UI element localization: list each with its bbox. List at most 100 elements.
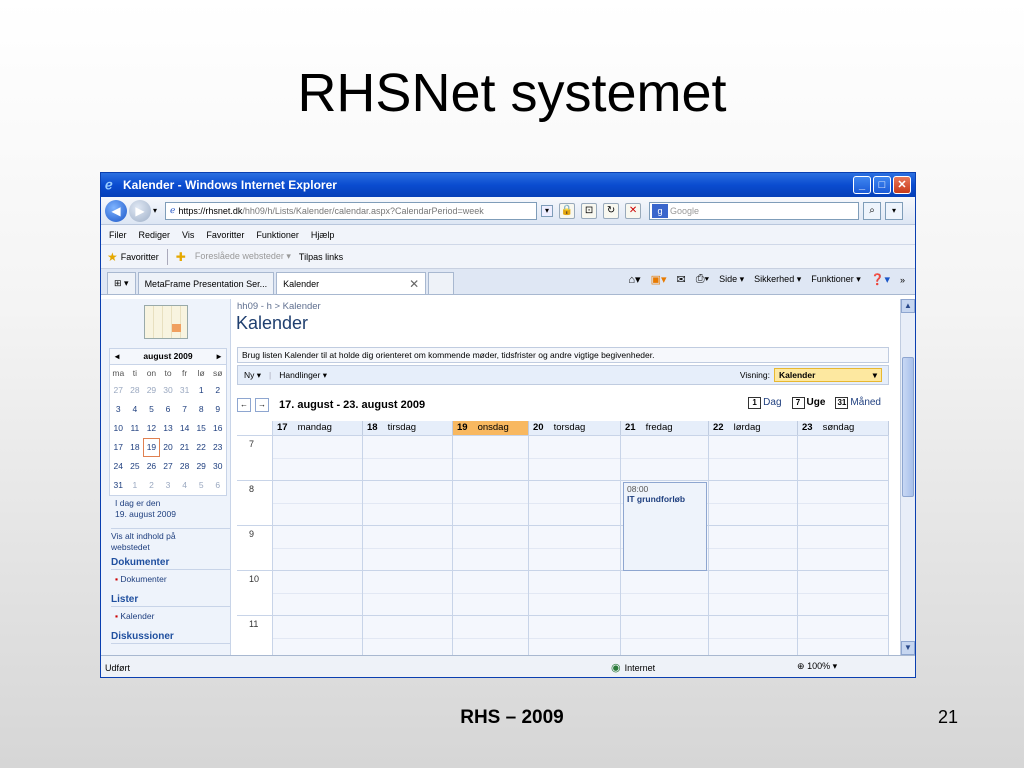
quicklaunch-item-calendar[interactable]: ▪ Kalender [115,611,230,621]
menu-file[interactable]: Filer [109,230,127,240]
day-view-button[interactable]: 1 Dag [748,397,782,409]
scroll-thumb[interactable] [902,357,914,497]
quicklaunch-heading-lists[interactable]: Lister [111,594,230,607]
mini-calendar-day[interactable]: 1 [193,381,210,400]
mini-calendar-day[interactable]: 6 [160,400,177,419]
mini-calendar-day[interactable]: 14 [176,419,193,438]
forward-button[interactable]: ▶ [129,199,151,222]
day-column-sunday[interactable] [798,435,889,655]
day-header[interactable]: 17 mandag [273,421,363,435]
mini-calendar-day[interactable]: 28 [127,381,144,400]
mini-calendar-day[interactable]: 5 [143,400,160,419]
mini-calendar-day[interactable]: 21 [176,438,193,457]
mail-icon[interactable]: ✉ [677,273,686,286]
week-view-button[interactable]: 7 Uge [791,397,825,409]
vertical-scrollbar[interactable]: ▲ ▼ [900,299,915,655]
mini-calendar-day[interactable]: 10 [110,419,127,438]
calendar-event[interactable]: 08:00 IT grundforløb [623,482,707,571]
scroll-up-icon[interactable]: ▲ [901,299,915,313]
mini-calendar-day[interactable]: 26 [143,457,160,476]
new-tab-button[interactable] [428,272,455,294]
quicklaunch-heading-discussions[interactable]: Diskussioner [111,631,230,644]
day-header[interactable]: 18 tirsdag [363,421,453,435]
mini-calendar-today[interactable]: 19 [143,438,160,457]
quicklaunch-item-documents[interactable]: ▪ Dokumenter [115,574,230,584]
month-view-button[interactable]: 31 Måned [835,397,881,409]
compatibility-icon[interactable]: ⊡ [581,202,598,219]
mini-calendar-day[interactable]: 8 [193,400,210,419]
mini-calendar-day[interactable]: 27 [160,457,177,476]
close-button[interactable]: ✕ [893,176,911,194]
page-menu[interactable]: Side ▾ [719,274,744,285]
help-icon[interactable]: ❓▾ [871,273,890,286]
menu-tools[interactable]: Funktioner [256,230,299,240]
day-column-thursday[interactable] [529,435,621,655]
address-input[interactable]: ℯ https:// rhsnet.dk /hh09/h/Lists/Kalen… [165,201,538,220]
search-button[interactable]: ⌕ [863,201,882,220]
mini-calendar-day[interactable]: 22 [193,438,210,457]
safety-menu[interactable]: Sikkerhed ▾ [754,274,801,285]
mini-calendar-next-icon[interactable]: ▸ [217,351,221,362]
home-icon[interactable]: ⌂▾ [628,273,640,286]
address-dropdown-icon[interactable]: ▾ [541,204,554,217]
zoom-control[interactable]: ⊕ 100% ▾ [797,661,837,672]
mini-calendar-day[interactable]: 9 [209,400,226,419]
search-input[interactable]: g Google [649,201,860,220]
mini-calendar-day[interactable]: 29 [193,457,210,476]
mini-calendar-day[interactable]: 31 [176,381,193,400]
print-icon[interactable]: ⎙▾ [696,273,709,286]
mini-calendar-day[interactable]: 17 [110,438,127,457]
tab-metaframe[interactable]: MetaFrame Presentation Ser... [137,272,275,294]
mini-calendar-day[interactable]: 2 [209,381,226,400]
day-header[interactable]: 22 lørdag [709,421,798,435]
mini-calendar-day[interactable]: 31 [110,476,127,495]
mini-calendar-day[interactable]: 4 [176,476,193,495]
quick-tabs-button[interactable]: ⊞ ▾ [107,272,136,294]
mini-calendar-day[interactable]: 6 [209,476,226,495]
day-header[interactable]: 20 torsdag [529,421,621,435]
mini-calendar-day[interactable]: 12 [143,419,160,438]
quicklaunch-heading-documents[interactable]: Dokumenter [111,557,230,570]
mini-calendar-day[interactable]: 25 [127,457,144,476]
mini-calendar-day[interactable]: 11 [127,419,144,438]
new-menu[interactable]: Ny ▾ [244,370,261,381]
mini-calendar-day[interactable]: 5 [193,476,210,495]
menu-help[interactable]: Hjælp [311,230,335,240]
tab-close-icon[interactable]: ✕ [409,277,419,291]
mini-calendar-day[interactable]: 15 [193,419,210,438]
mini-calendar-day[interactable]: 18 [127,438,144,457]
mini-calendar-day[interactable]: 7 [176,400,193,419]
mini-calendar-day[interactable]: 13 [160,419,177,438]
lock-icon[interactable]: 🔒 [559,202,576,219]
mini-calendar-day[interactable]: 24 [110,457,127,476]
mini-calendar-day[interactable]: 27 [110,381,127,400]
minimize-button[interactable]: _ [853,176,871,194]
tab-kalender[interactable]: Kalender ✕ [276,272,427,294]
favorites-button[interactable]: Favoritter [121,252,159,262]
custom-links-link[interactable]: Tilpas links [299,252,343,262]
mini-calendar-day[interactable]: 2 [143,476,160,495]
mini-calendar-day[interactable]: 28 [176,457,193,476]
mini-calendar-day[interactable]: 20 [160,438,177,457]
favorites-star-icon[interactable]: ★ [107,250,118,264]
mini-calendar-day[interactable]: 3 [110,400,127,419]
mini-calendar-day[interactable]: 3 [160,476,177,495]
mini-calendar-day[interactable]: 1 [127,476,144,495]
history-dropdown-icon[interactable]: ▾ [153,206,157,215]
mini-calendar-day[interactable]: 29 [143,381,160,400]
view-all-content-link[interactable]: Vis alt indhold på webstedet [111,528,230,553]
day-column-monday[interactable] [273,435,363,655]
feeds-icon[interactable]: ▣▾ [651,273,667,286]
mini-calendar-day[interactable]: 23 [209,438,226,457]
day-header[interactable]: 23 søndag [798,421,889,435]
mini-calendar-day[interactable]: 4 [127,400,144,419]
menu-favorites[interactable]: Favoritter [206,230,244,240]
next-week-button[interactable]: → [255,398,269,412]
stop-icon[interactable]: ✕ [625,202,642,219]
previous-week-button[interactable]: ← [237,398,251,412]
add-favorite-icon[interactable]: ✚ [176,250,186,264]
menu-view[interactable]: Vis [182,230,194,240]
mini-calendar-day[interactable]: 30 [209,457,226,476]
day-header[interactable]: 21 fredag [621,421,709,435]
breadcrumb[interactable]: hh09 - h > Kalender [237,301,321,312]
